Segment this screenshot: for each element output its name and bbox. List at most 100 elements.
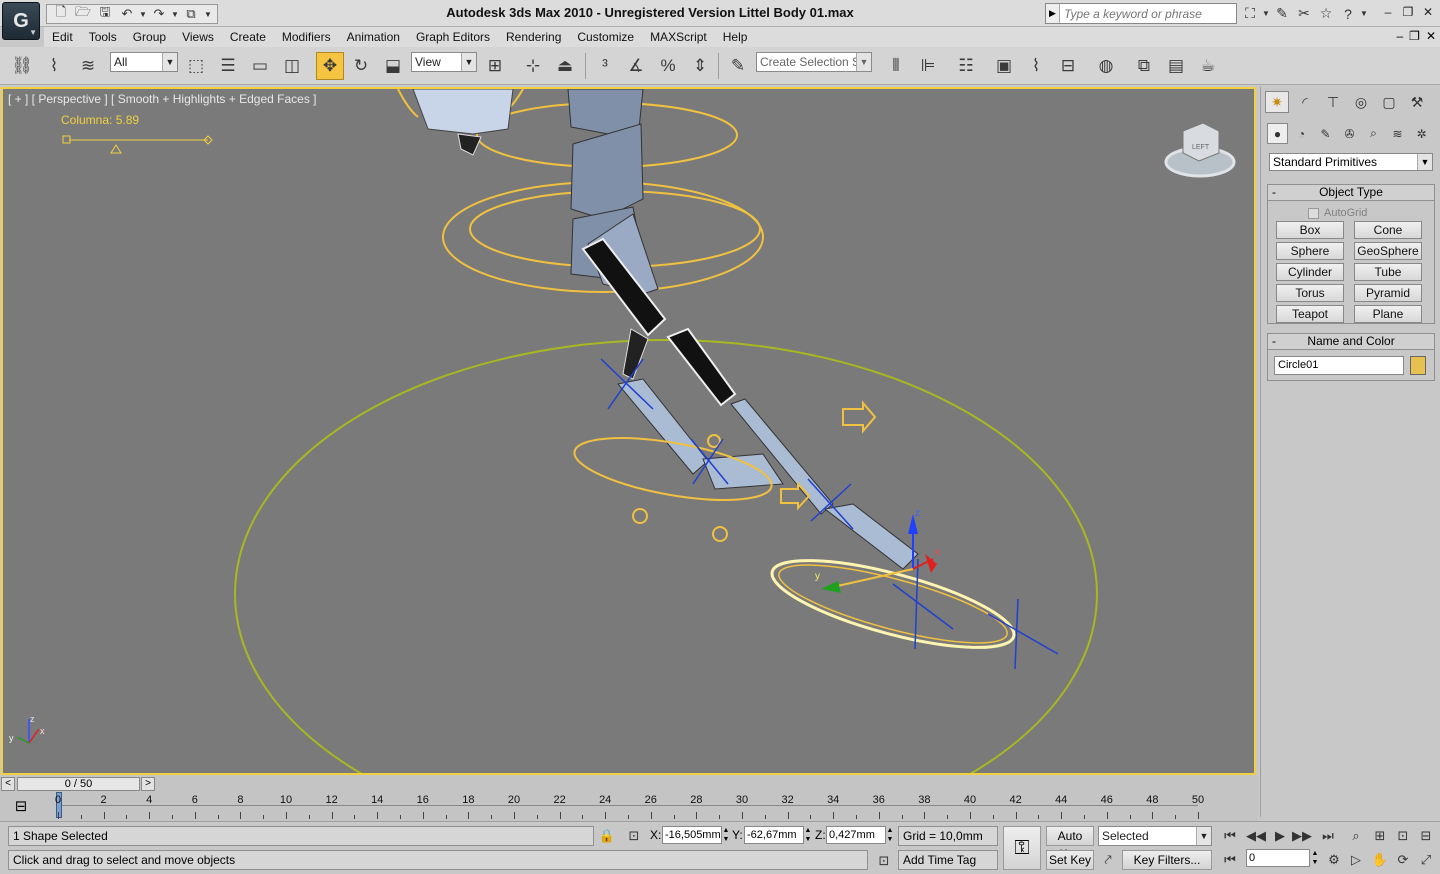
geosphere-button[interactable]: GeoSphere [1354,242,1422,260]
favorites-star-icon[interactable]: ☆ [1316,4,1336,24]
time-tag-icon[interactable]: ⊡ [874,851,894,871]
doc-restore-icon[interactable]: ❐ [1409,29,1420,43]
reference-coordinate-dropdown[interactable]: View ▼ [411,52,477,72]
spine-mesh[interactable] [570,123,644,220]
pyramid-button[interactable]: Pyramid [1354,284,1422,302]
menu-animation[interactable]: Animation [339,30,408,44]
object-name-field[interactable]: Circle01 [1274,356,1404,375]
search-input[interactable] [1060,6,1230,21]
mirror-icon[interactable]: ⫴ [882,52,910,80]
box-button[interactable]: Box [1276,221,1344,239]
utilities-tab-icon[interactable]: ⚒ [1405,91,1429,113]
menu-graph-editors[interactable]: Graph Editors [408,30,498,44]
viewcube[interactable] [1182,122,1220,162]
perspective-viewport[interactable]: z y x LEFT z x y [ + ] [ Perspective ] [… [1,87,1256,775]
manipulator-slider-handle[interactable] [62,135,71,144]
geometry-icon[interactable]: ● [1267,123,1288,144]
torus-button[interactable]: Torus [1276,284,1344,302]
subscription-icon[interactable]: ✎ [1272,4,1292,24]
plane-button[interactable]: Plane [1354,305,1422,323]
z-spinner-icon[interactable]: ▲ ▼ [886,826,894,844]
display-tab-icon[interactable]: ▢ [1377,91,1401,113]
named-selection-set-dropdown[interactable]: Create Selection Se ▼ [756,52,872,72]
select-by-name-icon[interactable]: ☰ [214,52,242,80]
undo-icon[interactable]: ↶ [116,5,138,23]
default-tangent-icon[interactable]: ⤤ [1098,850,1118,870]
hierarchy-tab-icon[interactable]: ⊤ [1321,91,1345,113]
maximize-viewport-icon[interactable]: ⤢ [1416,850,1436,870]
y-spinner-icon[interactable]: ▲ ▼ [804,826,812,844]
small-circle-shape[interactable] [632,508,648,524]
select-and-move-icon[interactable]: ✥ [316,52,344,80]
name-and-color-rollout-header[interactable]: - Name and Color [1268,334,1434,350]
key-mode-dropdown[interactable]: Selected ▼ [1098,826,1212,846]
cone-button[interactable]: Cone [1354,221,1422,239]
absolute-mode-transform-icon[interactable]: ⊡ [624,826,644,846]
cameras-icon[interactable]: ✇ [1339,123,1360,144]
spinner-snap-icon[interactable]: ⇕ [686,52,714,80]
zoom-extents-all-icon[interactable]: ⊟ [1416,826,1436,846]
search-expand-icon[interactable]: ▶ [1046,4,1060,23]
doc-close-icon[interactable]: ✕ [1426,29,1436,43]
small-circle-shape[interactable] [712,526,728,542]
render-setup-icon[interactable]: ⧉ [1130,52,1158,80]
redo-dropdown-icon[interactable]: ▼ [170,5,180,23]
render-teapot-icon[interactable]: ☕ [1194,52,1222,80]
time-configuration-icon[interactable]: ⚙ [1324,850,1344,870]
edit-named-selection-icon[interactable]: ✎ [724,52,752,80]
time-slider-prev-button[interactable]: < [1,777,15,791]
helpers-icon[interactable]: ⌕ [1363,123,1384,144]
next-frame-icon[interactable]: ▶▶ [1292,826,1312,846]
object-type-rollout-header[interactable]: - Object Type [1268,185,1434,201]
schematic-view-icon[interactable]: ⊟ [1054,52,1082,80]
binoculars-icon[interactable]: ⛶ [1240,4,1260,24]
menu-tools[interactable]: Tools [81,30,125,44]
unlink-selection-icon[interactable]: ⌇ [40,52,68,80]
go-to-end-icon[interactable]: ⏭ [1318,826,1338,846]
lights-icon[interactable]: ✎ [1315,123,1336,144]
select-and-link-icon[interactable]: ⛓ [8,52,36,80]
play-icon[interactable]: ▶ [1270,826,1290,846]
menu-edit[interactable]: Edit [44,30,81,44]
time-slider-next-button[interactable]: > [141,777,155,791]
add-time-tag-button[interactable]: Add Time Tag [898,850,998,870]
select-and-rotate-icon[interactable]: ↻ [347,52,375,80]
qat-dropdown-icon[interactable]: ▼ [202,5,214,23]
minimize-icon[interactable]: – [1380,4,1396,20]
rectangular-selection-icon[interactable]: ▭ [246,52,274,80]
current-frame-input[interactable]: 0 [1246,849,1310,867]
application-menu-button[interactable]: G ▼ [2,2,40,40]
x-coordinate-input[interactable]: -16,505mm [662,826,722,844]
doc-minimize-icon[interactable]: – [1396,29,1403,43]
binoculars-dropdown-icon[interactable]: ▼ [1262,4,1270,24]
menu-create[interactable]: Create [222,30,274,44]
object-category-dropdown[interactable]: Standard Primitives ▼ [1269,153,1433,171]
y-coordinate-input[interactable]: -62,67mm [744,826,804,844]
menu-rendering[interactable]: Rendering [498,30,569,44]
x-spinner-icon[interactable]: ▲ ▼ [722,826,730,844]
viewport-label[interactable]: [ + ] [ Perspective ] [ Smooth + Highlig… [8,92,317,106]
hold-fetch-icon[interactable]: ⧉ [180,5,202,23]
menu-views[interactable]: Views [174,30,222,44]
set-key-icon[interactable]: ⚿ [1003,826,1041,870]
graphite-modeling-tools-icon[interactable]: ▣ [990,52,1018,80]
manipulator-slider-pointer[interactable] [110,144,122,154]
new-file-icon[interactable]: 🗋 [50,4,72,23]
tube-button[interactable]: Tube [1354,263,1422,281]
selection-filter-dropdown[interactable]: All ▼ [110,52,178,72]
key-mode-toggle-icon[interactable]: ⏮ [1220,850,1240,870]
space-warps-icon[interactable]: ≋ [1387,123,1408,144]
percent-snap-icon[interactable]: % [654,52,682,80]
pivot-center-icon[interactable]: ⊞ [481,52,509,80]
undo-dropdown-icon[interactable]: ▼ [138,5,148,23]
viewport-scene[interactable]: z y x LEFT z x y [3,89,1254,773]
window-crossing-icon[interactable]: ◫ [278,52,306,80]
selection-lock-icon[interactable]: 🔒 [597,826,617,846]
select-and-scale-icon[interactable]: ⬓ [379,52,407,80]
zoom-icon[interactable]: ⌕ [1346,826,1366,846]
communication-center-icon[interactable]: ✂ [1294,4,1314,24]
orbit-icon[interactable]: ⟳ [1393,850,1413,870]
curve-editor-mini-icon[interactable]: ⊟ [8,797,34,817]
zoom-all-icon[interactable]: ⊞ [1370,826,1390,846]
menu-group[interactable]: Group [125,30,174,44]
